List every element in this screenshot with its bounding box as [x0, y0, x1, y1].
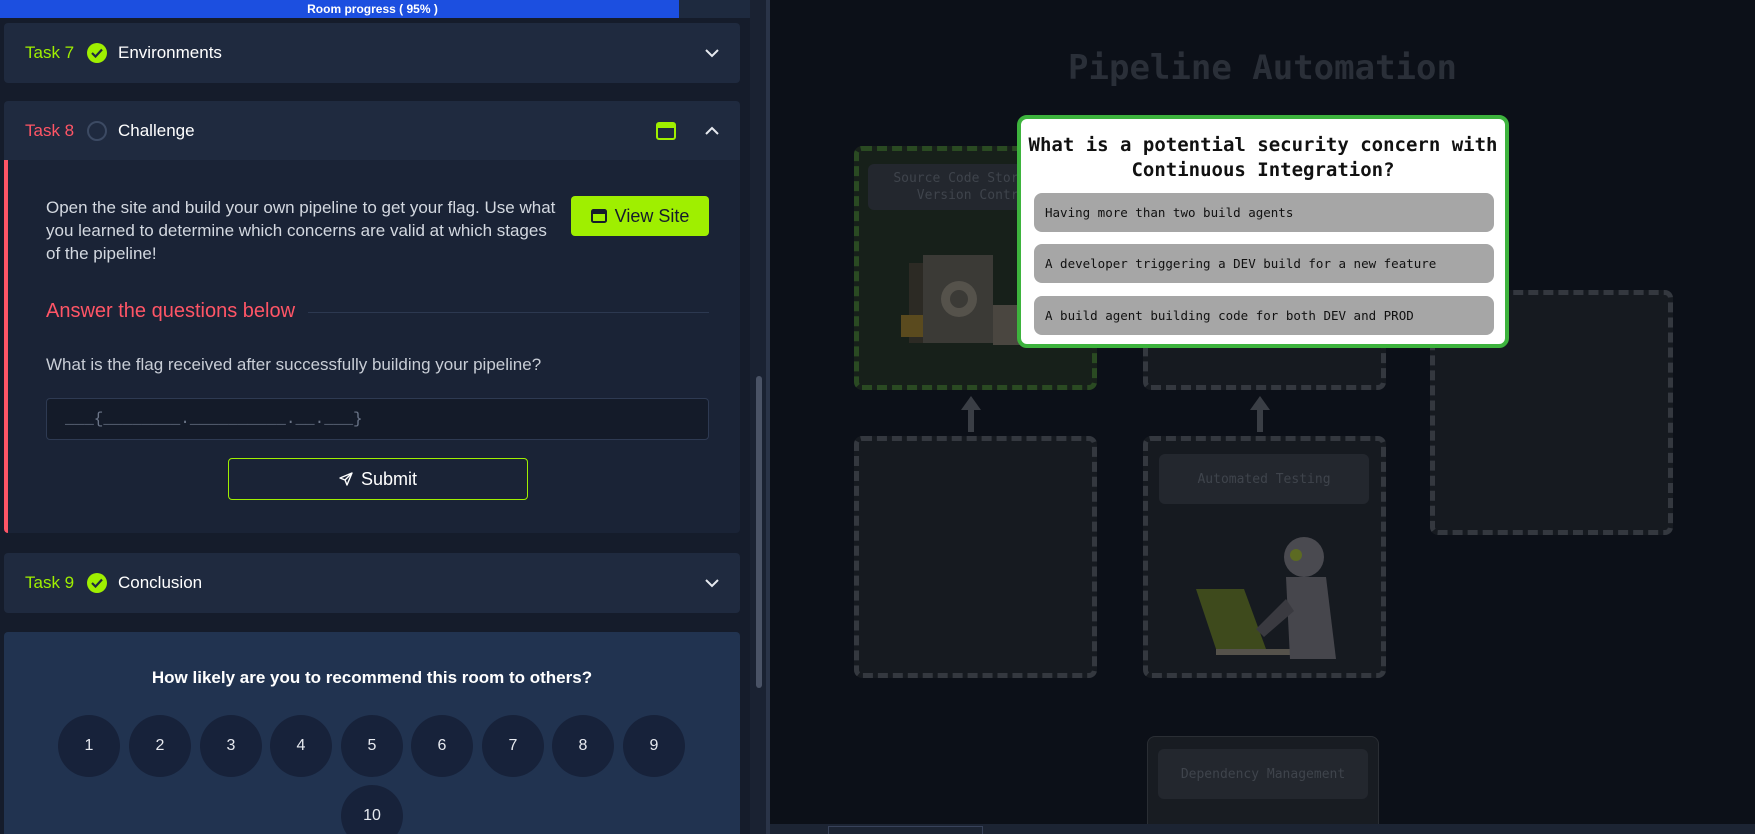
- incomplete-circle-icon: [87, 121, 107, 141]
- task-8-card: Task 8 Challenge: [4, 101, 740, 161]
- chevron-down-icon[interactable]: [704, 575, 720, 591]
- automated-testing-slot[interactable]: Automated Testing: [1143, 436, 1386, 678]
- dependency-management-label: Dependency Management: [1158, 749, 1368, 799]
- answer-option[interactable]: Having more than two build agents: [1034, 193, 1494, 232]
- answer-section-heading: Answer the questions below: [46, 300, 296, 322]
- view-site-label: View Site: [614, 205, 690, 226]
- automated-testing-label: Automated Testing: [1159, 454, 1369, 504]
- task-9-card: Task 9 Conclusion: [4, 553, 740, 613]
- site-title: Pipeline Automation: [1068, 48, 1457, 88]
- task-8-title: Challenge: [118, 121, 195, 140]
- completed-check-icon: [87, 573, 107, 593]
- chevron-up-icon[interactable]: [704, 123, 720, 139]
- room-rating-card: How likely are you to recommend this roo…: [4, 632, 740, 834]
- rating-option[interactable]: 7: [482, 715, 544, 777]
- room-progress-bar: Room progress ( 95% ): [0, 0, 750, 18]
- rating-option[interactable]: 9: [623, 715, 685, 777]
- rating-option[interactable]: 4: [270, 715, 332, 777]
- scrollbar-thumb[interactable]: [756, 376, 762, 688]
- submit-label: Submit: [360, 468, 418, 489]
- task-7-card: Task 7 Environments: [4, 23, 740, 83]
- robot-laptop-icon: [1196, 537, 1336, 659]
- rating-option[interactable]: 5: [341, 715, 403, 777]
- pipeline-stage-slot[interactable]: [854, 436, 1097, 678]
- rating-option[interactable]: 3: [200, 715, 262, 777]
- popup-question: What is a potential security concern wit…: [1028, 134, 1498, 181]
- question-popup: What is a potential security concern wit…: [1017, 115, 1509, 348]
- task-instructions: Open the site and build your own pipelin…: [46, 198, 556, 263]
- chevron-down-icon[interactable]: [704, 45, 720, 61]
- bottom-tab[interactable]: [828, 826, 983, 834]
- browser-window-icon: [590, 209, 607, 223]
- task-7-header[interactable]: Task 7 Environments: [4, 23, 740, 83]
- task-7-number: Task 7: [25, 43, 75, 62]
- paper-plane-icon: [339, 472, 353, 486]
- task-9-header[interactable]: Task 9 Conclusion: [4, 553, 740, 613]
- arrow-up-icon: [1250, 396, 1270, 432]
- completed-check-icon: [87, 43, 107, 63]
- split-view-icon[interactable]: [656, 122, 676, 140]
- left-panel-scrollbar[interactable]: [750, 0, 766, 834]
- arrow-up-icon: [961, 396, 981, 432]
- task-9-number: Task 9: [25, 573, 75, 592]
- answer-option[interactable]: A build agent building code for both DEV…: [1034, 296, 1494, 335]
- task-8-header[interactable]: Task 8 Challenge: [4, 101, 740, 161]
- flag-answer-input[interactable]: ___{________.__________.__.___}: [46, 398, 709, 440]
- divider: [308, 312, 709, 313]
- task-8-content: Open the site and build your own pipelin…: [4, 160, 740, 533]
- task-9-title: Conclusion: [118, 573, 203, 592]
- task-7-title: Environments: [118, 43, 222, 62]
- rating-option[interactable]: 10: [341, 785, 403, 834]
- room-progress-label: Room progress ( 95% ): [307, 2, 438, 16]
- rating-option[interactable]: 2: [129, 715, 191, 777]
- submit-button[interactable]: Submit: [228, 458, 528, 500]
- rating-option[interactable]: 8: [552, 715, 614, 777]
- task-8-number: Task 8: [25, 121, 75, 140]
- rating-question: How likely are you to recommend this roo…: [151, 668, 593, 687]
- question-text: What is the flag received after successf…: [46, 355, 542, 374]
- answer-option[interactable]: A developer triggering a DEV build for a…: [1034, 244, 1494, 283]
- rating-option[interactable]: 6: [411, 715, 473, 777]
- rating-option[interactable]: 1: [58, 715, 120, 777]
- view-site-button[interactable]: View Site: [571, 196, 709, 236]
- dependency-management-slot[interactable]: Dependency Management: [1147, 736, 1379, 834]
- room-panel: Room progress ( 95% ) Task 7 Environment…: [0, 0, 750, 834]
